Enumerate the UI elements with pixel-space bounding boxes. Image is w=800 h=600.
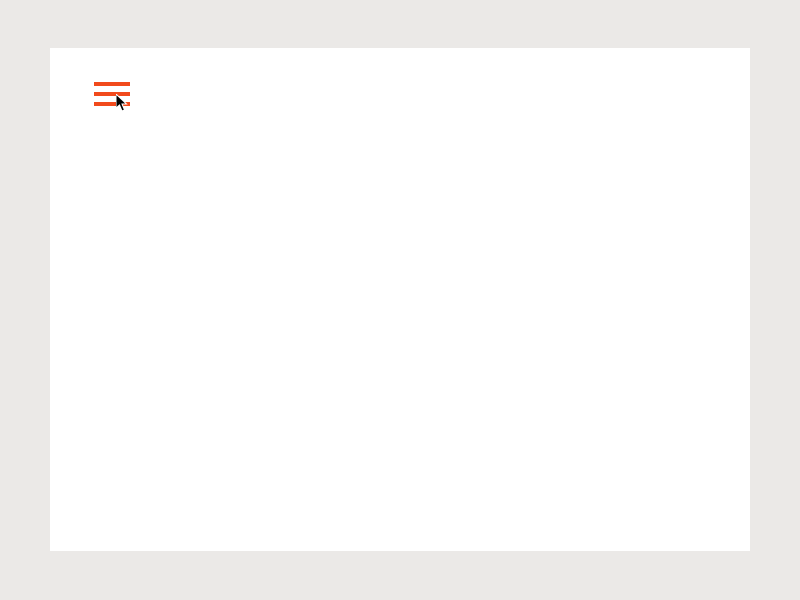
hamburger-icon bbox=[94, 92, 130, 96]
hamburger-icon bbox=[94, 82, 130, 86]
hamburger-icon bbox=[94, 102, 130, 106]
hamburger-menu-button[interactable] bbox=[94, 82, 130, 106]
content-panel bbox=[50, 48, 750, 551]
